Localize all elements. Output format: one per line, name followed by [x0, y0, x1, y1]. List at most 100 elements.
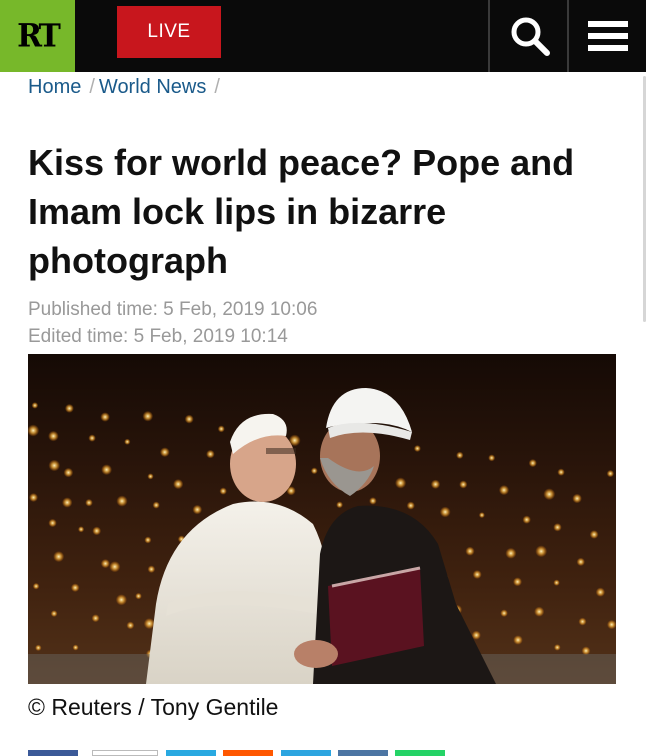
bokeh-light — [78, 526, 85, 533]
bokeh-light — [535, 545, 548, 558]
search-button[interactable] — [492, 0, 568, 72]
bokeh-light — [142, 410, 154, 422]
bokeh-light — [595, 587, 606, 597]
bokeh-light — [413, 445, 421, 452]
bokeh-light — [217, 425, 225, 433]
hamburger-menu-icon — [588, 15, 628, 57]
bokeh-light — [528, 459, 537, 468]
bokeh-light — [64, 403, 74, 413]
bokeh-light — [31, 402, 39, 409]
bokeh-light — [554, 644, 561, 651]
bokeh-light — [395, 477, 407, 489]
bokeh-light — [553, 523, 562, 532]
divider — [488, 0, 490, 72]
article-title: Kiss for world peace? Pope and Imam lock… — [28, 142, 575, 281]
bokeh-light — [85, 498, 93, 507]
bokeh-light — [70, 583, 80, 592]
bokeh-light — [126, 621, 135, 630]
bokeh-light — [430, 479, 441, 489]
bokeh-light — [28, 424, 40, 437]
bokeh-light — [219, 487, 227, 495]
bokeh-light — [439, 506, 451, 518]
twitter-share-button[interactable] — [166, 750, 216, 756]
bokeh-light — [62, 497, 73, 508]
bokeh-light — [522, 515, 531, 524]
photo-caption: © Reuters / Tony Gentile — [28, 694, 279, 720]
logo-text: RT — [17, 17, 61, 55]
published-time: Published time: 5 Feb, 2019 10:06 — [28, 299, 318, 320]
bokeh-light — [72, 644, 79, 651]
bokeh-light — [543, 488, 556, 501]
bokeh-light — [488, 454, 496, 462]
live-button[interactable]: LIVE — [117, 6, 221, 58]
menu-button[interactable] — [570, 0, 646, 72]
bokeh-light — [336, 501, 343, 509]
whatsapp-share-button[interactable] — [395, 750, 445, 756]
bokeh-light — [135, 592, 142, 600]
bokeh-light — [576, 557, 585, 567]
bokeh-light — [310, 467, 318, 475]
breadcrumb-home[interactable]: Home — [28, 76, 81, 98]
bokeh-light — [192, 504, 203, 515]
breadcrumb-separator: / — [89, 76, 95, 98]
bokeh-light — [572, 493, 582, 504]
bokeh-light — [116, 495, 128, 507]
facebook-share-button[interactable] — [28, 750, 78, 756]
bokeh-light — [48, 518, 57, 528]
bokeh-light — [369, 497, 377, 505]
bokeh-light — [607, 619, 616, 630]
bokeh-light — [152, 501, 160, 509]
bokeh-light — [91, 614, 100, 623]
bokeh-light — [478, 512, 485, 519]
bokeh-light — [465, 546, 475, 556]
bokeh-light — [557, 468, 565, 476]
bokeh-light — [101, 464, 112, 476]
bokeh-light — [589, 530, 599, 539]
bokeh-light — [159, 447, 170, 458]
breadcrumb-separator: / — [214, 76, 220, 98]
bokeh-light — [100, 412, 110, 422]
bokeh-light — [147, 565, 156, 573]
bokeh-light — [88, 434, 96, 442]
bokeh-light — [32, 582, 40, 590]
article-photo[interactable] — [28, 354, 616, 684]
bokeh-light — [92, 526, 102, 536]
bokeh-light — [534, 606, 545, 617]
bokeh-light — [578, 617, 587, 626]
bokeh-light — [500, 609, 508, 617]
bokeh-light — [29, 493, 38, 502]
breadcrumb: Home / World News / — [28, 76, 224, 99]
rt-logo[interactable]: RT — [0, 0, 75, 72]
bokeh-light — [100, 559, 110, 569]
breadcrumb-world-news[interactable]: World News — [99, 76, 206, 98]
top-navigation-bar: RT LIVE — [0, 0, 646, 72]
bokeh-light — [553, 579, 560, 586]
bokeh-light — [147, 473, 154, 480]
divider — [567, 0, 569, 72]
bokeh-light — [35, 644, 42, 651]
comments-button[interactable] — [92, 750, 158, 756]
bokeh-light — [472, 570, 482, 579]
edited-time: Edited time: 5 Feb, 2019 10:14 — [28, 326, 288, 347]
bokeh-light — [144, 536, 152, 544]
share-buttons-row — [0, 750, 646, 756]
bokeh-light — [406, 501, 415, 510]
bokeh-light — [48, 430, 59, 442]
photo-illustration — [28, 388, 616, 684]
bokeh-light — [459, 480, 468, 489]
reddit-share-button[interactable] — [223, 750, 273, 756]
bokeh-light — [63, 467, 74, 478]
bokeh-light — [184, 414, 194, 424]
bokeh-light — [206, 449, 215, 459]
bokeh-light — [53, 551, 65, 563]
bokeh-light — [498, 485, 510, 496]
telegram-share-button[interactable] — [281, 750, 331, 756]
search-icon — [511, 17, 550, 56]
bokeh-light — [48, 459, 61, 472]
vk-share-button[interactable] — [338, 750, 388, 756]
bokeh-light — [513, 635, 523, 645]
bokeh-light — [115, 594, 127, 606]
bokeh-light — [124, 438, 131, 445]
bokeh-light — [173, 479, 184, 490]
bokeh-light — [581, 646, 591, 656]
